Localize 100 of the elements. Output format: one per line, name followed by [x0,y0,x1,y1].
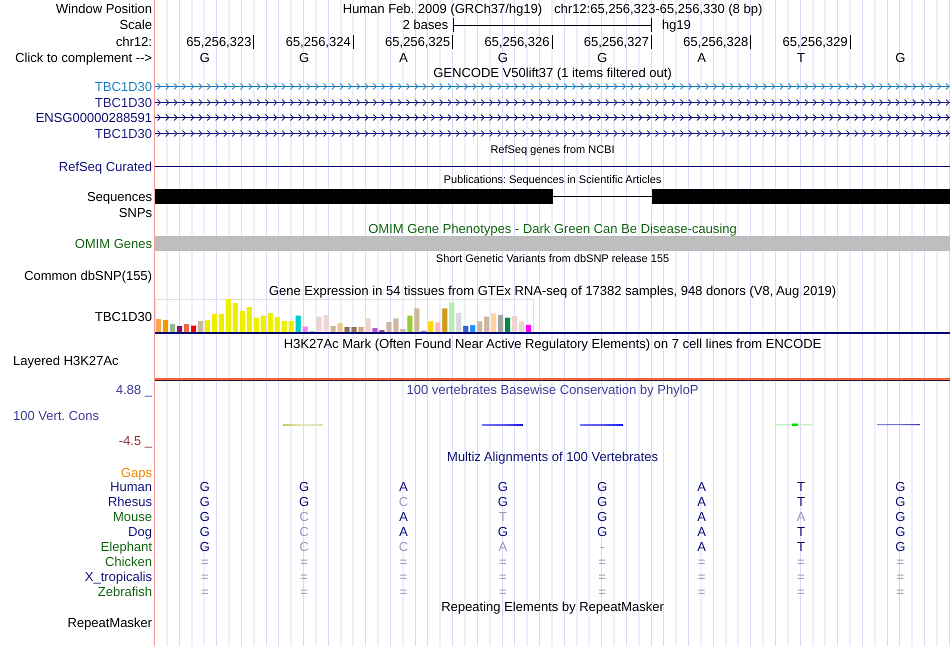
alignment-base: = [698,568,706,584]
alignment-base: G [895,494,906,509]
expression-bar [470,325,476,332]
chromosome-label: chr12: [116,34,152,49]
track-title: Repeating Elements by RepeatMasker [441,599,664,614]
gene-label: TBC1D30 [94,126,152,142]
track-label: Sequences [86,188,152,204]
track-label: TBC1D30 [94,309,152,324]
species-label: X_tropicalis [84,568,152,584]
expression-bar [498,314,504,332]
position-label: 65,256,329 [782,34,848,49]
alignment-base: A [796,508,806,524]
track-label: Layered H3K27Ac [13,352,119,368]
reference-base: G [498,50,508,65]
alignment-base: C [398,494,408,509]
alignment-base: G [200,524,210,539]
alignment-base: = [598,584,606,599]
species-label: Mouse [112,508,152,524]
alignment-base: C [299,538,309,554]
alignment-base: G [895,524,906,539]
alignment-base: T [498,508,507,524]
alignment-base: G [498,478,508,494]
conservation-mark [580,424,623,426]
alignment-base: A [399,478,408,494]
species-label: Chicken [105,554,152,569]
alignment-base: A [697,508,706,524]
expression-bar [428,321,434,332]
track-label: RepeatMasker [67,614,152,630]
position-tick [650,34,652,48]
alignment-base: G [498,494,508,509]
alignment-base: A [697,494,706,509]
alignment-base: T [796,524,805,539]
alignment-base: T [796,478,805,494]
scale-length: 2 bases [402,17,448,32]
alignment-base: = [896,568,904,584]
expression-bar [435,322,440,332]
reference-base: A [697,50,706,65]
position-tick [750,34,752,48]
expression-bar [491,313,496,332]
position-label: 65,256,327 [584,34,649,49]
alignment-base: C [299,508,309,524]
alignment-base: A [399,508,408,524]
track-label: RefSeq Curated [58,158,152,174]
position-label: 65,256,325 [385,34,450,49]
alignment-base: = [300,584,308,599]
track-title: 100 vertebrates Basewise Conservation by PhyloP [406,382,698,398]
expression-bar [296,316,301,332]
position-tick [352,34,354,48]
alignment-base: = [896,584,904,599]
alignment-base: = [200,584,208,599]
position-tick [452,34,454,48]
alignment-base: = [598,568,606,584]
track-title: Publications: Sequences in Scientific Articles [444,174,662,188]
gene-label: ENSG00000288591 [36,110,152,126]
alignment-base: G [200,508,210,524]
alignment-base: G [200,538,210,554]
species-label: Elephant [100,538,152,554]
assembly-name: Human Feb. 2009 (GRCh37/hg19) [342,0,542,16]
alignment-base: A [399,524,408,539]
expression-bar [324,314,329,332]
alignment-base: G [597,478,608,494]
alignment-base: G [895,508,906,524]
expression-bar [477,321,482,332]
window-position-label: Window Position [56,0,152,16]
expression-bar [302,326,308,332]
expression-bar [260,316,266,332]
complement-link[interactable]: Click to complement --> [15,50,152,65]
conservation-mark [283,424,323,426]
alignment-base: = [300,568,308,584]
alignment-base: = [499,584,507,599]
gene-label: TBC1D30 [94,78,152,94]
alignment-base: = [300,554,308,569]
expression-bar [463,326,468,332]
expression-bar [240,310,245,332]
alignment-base: G [895,478,906,494]
alignment-base: = [400,554,408,569]
expression-bar [268,313,273,332]
axis-min-label: -4.5 _ [118,432,152,448]
alignment-base: = [698,584,706,599]
expression-bar [456,312,462,332]
alignment-base: G [299,478,310,494]
alignment-base: G [200,478,210,494]
alignment-base: = [200,554,208,569]
position-label: 65,256,328 [683,34,748,49]
expression-bar [316,316,322,332]
conservation-mark [877,424,920,426]
track-title: H3K27Ac Mark (Often Found Near Active Regulatory Elements) on 7 cell lines from ENCODE [284,336,822,352]
alignment-base: = [797,568,805,584]
position-label: 65,256,324 [286,34,351,49]
gaps-label: Gaps [120,464,152,480]
alignment-base: G [200,494,210,509]
scale-label: Scale [119,17,152,32]
alignment-base: = [499,554,507,569]
alignment-base: = [499,568,507,584]
alignment-base: G [597,524,608,539]
track-title: Multiz Alignments of 100 Vertebrates [446,449,658,464]
alignment-base: = [797,584,805,599]
species-label: Rhesus [108,494,152,509]
alignment-base: G [597,508,608,524]
alignment-base: = [598,554,606,569]
